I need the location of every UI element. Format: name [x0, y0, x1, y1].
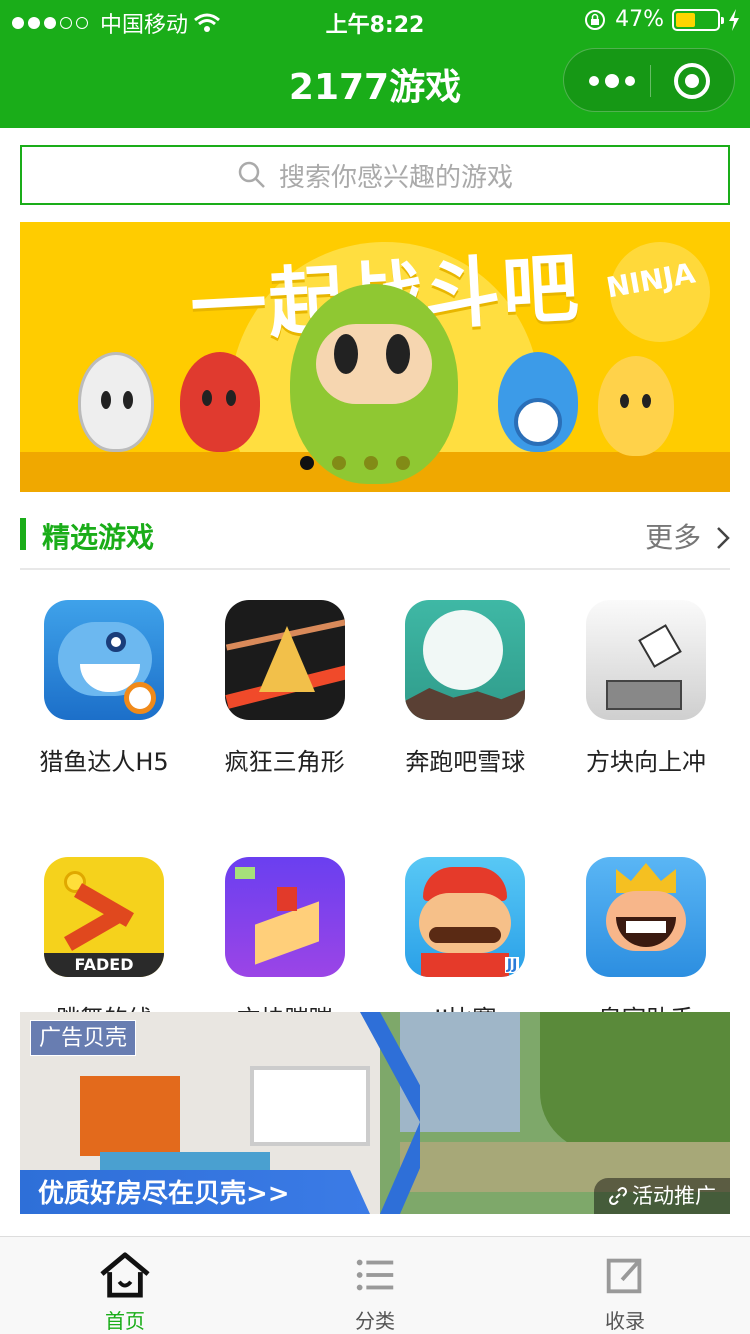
link-icon [608, 1186, 628, 1206]
search-input[interactable]: 搜索你感兴趣的游戏 [20, 145, 730, 205]
king-game-icon [585, 857, 706, 977]
faded-label: FADED [44, 953, 164, 977]
green-ninja-character [290, 284, 458, 484]
triangle-game-icon [224, 600, 345, 720]
tab-label: 收录 [605, 1309, 645, 1333]
game-name: 奔跑吧雪球 [405, 748, 526, 776]
game-item[interactable]: 猎鱼达人H5 [14, 600, 194, 777]
shark-game-icon [44, 600, 164, 720]
status-bar: 中国移动 上午8:22 47% [0, 0, 750, 40]
mini-program-capsule [563, 48, 735, 112]
charging-icon [729, 8, 739, 31]
jj-badge: JJ [504, 957, 520, 973]
top-bar: 中国移动 上午8:22 47% 2177游戏 [0, 0, 750, 128]
game-name: 疯狂三角形 [224, 748, 345, 776]
battery-icon [672, 8, 724, 31]
ad-banner[interactable]: 优质好房尽在贝壳>> 广告贝壳 活动推广 [20, 1012, 730, 1214]
ad-tag: 广告贝壳 [30, 1020, 137, 1056]
search-icon [238, 161, 265, 188]
more-link[interactable]: 更多 [645, 516, 730, 556]
carousel-dot[interactable] [364, 456, 378, 470]
home-icon [100, 1252, 150, 1298]
snowball-game-icon [405, 600, 526, 720]
banner-carousel[interactable]: 一起战斗吧 NINJA [20, 222, 730, 492]
tab-bar: 首页 分类 收录 [0, 1236, 750, 1334]
game-item[interactable]: 疯狂三角形 [195, 600, 375, 777]
tab-collection[interactable]: 收录 [500, 1237, 750, 1334]
jj-game-icon: JJ [405, 857, 526, 977]
tab-category[interactable]: 分类 [250, 1237, 500, 1334]
more-menu-icon[interactable] [582, 49, 642, 113]
game-name: 方块向上冲 [585, 748, 706, 776]
tab-label: 分类 [355, 1309, 395, 1333]
white-ninja-character [78, 352, 154, 452]
game-item[interactable]: FADED 跳舞的线 [14, 857, 194, 1034]
carousel-dot[interactable] [396, 456, 410, 470]
tab-home[interactable]: 首页 [0, 1237, 250, 1334]
featured-games-header: 精选游戏 更多 [20, 512, 730, 556]
section-title: 精选游戏 [42, 521, 155, 554]
chevron-right-icon [717, 527, 730, 549]
game-item[interactable]: JJ JJ比赛 [375, 857, 555, 1034]
list-icon [356, 1259, 394, 1291]
status-right: 47% [583, 7, 740, 32]
game-item[interactable]: 方块蹦蹦 [195, 857, 375, 1034]
faded-line-game-icon: FADED [44, 857, 164, 977]
battery-percent: 47% [615, 7, 664, 32]
edit-icon [606, 1258, 642, 1294]
game-item[interactable]: 奔跑吧雪球 [375, 600, 555, 777]
close-mini-program-icon[interactable] [674, 63, 710, 99]
game-name: 猎鱼达人H5 [39, 748, 169, 776]
search-placeholder: 搜索你感兴趣的游戏 [278, 162, 513, 193]
promo-label: 活动推广 [594, 1178, 730, 1214]
tab-label: 首页 [105, 1309, 145, 1333]
carousel-indicator [20, 456, 710, 470]
game-item[interactable]: 皇室助手 [556, 857, 736, 1034]
block-jump-game-icon [224, 857, 345, 977]
blue-ninja-character [498, 352, 578, 452]
rotation-lock-icon [585, 9, 606, 30]
carousel-dot[interactable] [332, 456, 346, 470]
red-ninja-character [180, 352, 260, 452]
block-up-game-icon [585, 600, 706, 720]
game-item[interactable]: 方块向上冲 [556, 600, 736, 777]
ad-slogan: 优质好房尽在贝壳>> [38, 1179, 290, 1209]
yellow-ninja-character [598, 356, 674, 456]
carousel-dot[interactable] [300, 456, 314, 470]
